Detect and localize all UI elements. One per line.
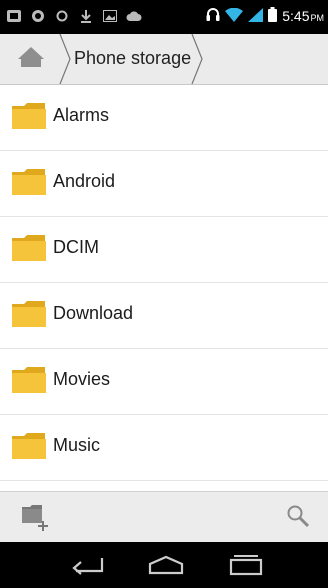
- search-icon: [287, 505, 310, 528]
- list-item-label: Alarms: [53, 105, 110, 125]
- image-icon: [102, 9, 118, 23]
- nav-home-button[interactable]: [146, 551, 186, 579]
- download-icon: [78, 9, 94, 23]
- status-system: 5:45PM: [206, 7, 324, 25]
- wifi-icon: [225, 7, 244, 25]
- back-icon: [72, 558, 104, 575]
- breadcrumb: Phone storage: [0, 34, 328, 85]
- folder-icon: [12, 169, 46, 195]
- navigation-bar: [0, 542, 328, 588]
- breadcrumb-current[interactable]: Phone storage: [74, 48, 191, 69]
- search-button[interactable]: [286, 504, 310, 533]
- new-folder-icon: [22, 505, 48, 531]
- list-item[interactable]: Movies: [0, 348, 328, 415]
- new-folder-button[interactable]: [20, 503, 50, 536]
- nav-recents-button[interactable]: [226, 551, 266, 579]
- home-icon: [17, 46, 45, 73]
- folder-icon: [12, 367, 46, 393]
- nav-back-button[interactable]: [67, 551, 107, 579]
- circle-icon: [54, 9, 70, 23]
- status-notifications: [6, 9, 142, 23]
- list-item[interactable]: Android: [0, 150, 328, 217]
- folder-icon: [12, 301, 46, 327]
- battery-icon: [268, 7, 278, 25]
- list-item-label: DCIM: [53, 237, 99, 257]
- list-item-label: Movies: [53, 369, 111, 389]
- clock-time: 5:45: [282, 8, 310, 24]
- bottom-action-bar: [0, 491, 328, 543]
- list-item-label: Download: [53, 303, 134, 323]
- folder-icon: [12, 433, 46, 459]
- list-item[interactable]: Alarms: [0, 84, 328, 151]
- folder-icon: [12, 235, 46, 261]
- folder-icon: [12, 103, 46, 129]
- status-bar: 5:45PM: [0, 0, 328, 34]
- list-item[interactable]: DCIM: [0, 216, 328, 283]
- recents-icon: [229, 555, 263, 576]
- breadcrumb-separator-icon: [59, 34, 71, 84]
- list-item[interactable]: Music: [0, 414, 328, 481]
- cloud-icon: [126, 9, 142, 23]
- list-item[interactable]: Download: [0, 282, 328, 349]
- notification-icon: [6, 9, 22, 23]
- list-item-label: Music: [53, 435, 101, 455]
- home-icon: [148, 555, 184, 575]
- breadcrumb-separator-icon: [191, 34, 203, 84]
- sync-icon: [30, 9, 46, 23]
- signal-icon: [248, 7, 264, 25]
- list-item-label: Android: [53, 171, 116, 191]
- headset-icon: [206, 7, 220, 25]
- clock: 5:45PM: [282, 8, 324, 24]
- breadcrumb-home-button[interactable]: [0, 34, 62, 84]
- clock-ampm: PM: [310, 13, 325, 23]
